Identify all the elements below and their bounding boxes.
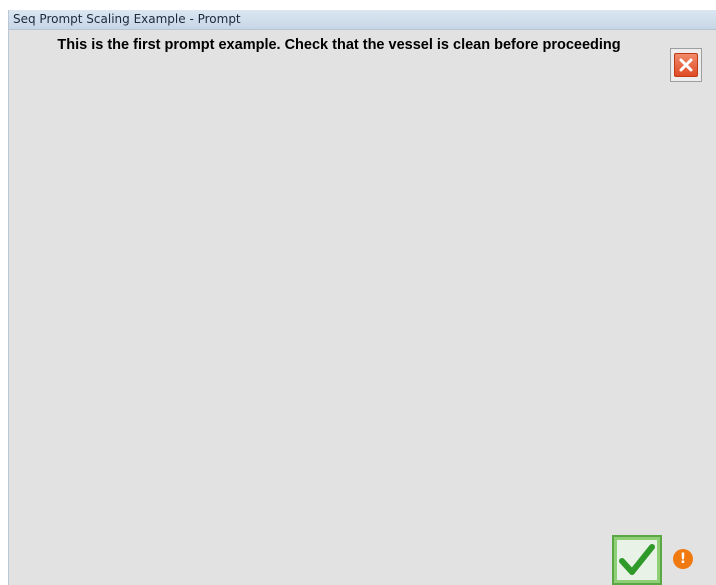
confirm-button-face bbox=[617, 540, 657, 580]
prompt-message: This is the first prompt example. Check … bbox=[57, 37, 621, 53]
cancel-button[interactable] bbox=[670, 48, 702, 82]
title-bar[interactable]: Seq Prompt Scaling Example - Prompt bbox=[9, 10, 716, 30]
checkmark-icon bbox=[619, 544, 655, 575]
prompt-window: Seq Prompt Scaling Example - Prompt This… bbox=[8, 10, 716, 585]
window-title: Seq Prompt Scaling Example - Prompt bbox=[13, 12, 241, 26]
warning-icon[interactable]: ! bbox=[673, 549, 693, 569]
close-icon bbox=[674, 53, 698, 77]
confirm-button[interactable] bbox=[612, 535, 662, 585]
